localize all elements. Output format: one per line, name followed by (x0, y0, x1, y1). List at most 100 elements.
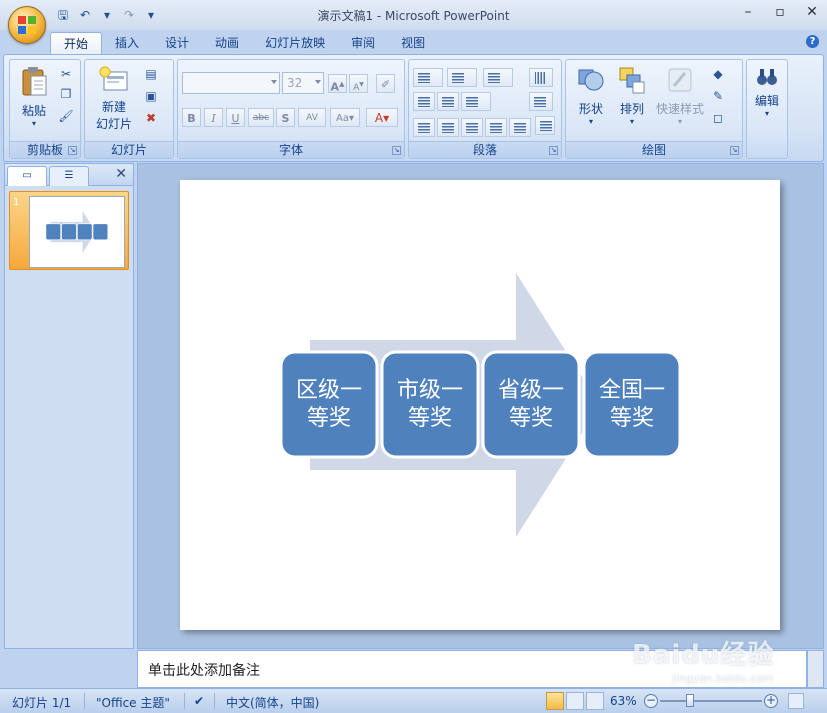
columns-icon[interactable] (461, 92, 491, 111)
shape-effects-icon[interactable]: ◻ (710, 110, 726, 126)
language-status[interactable]: 中文(简体，中国) (226, 694, 319, 711)
text-direction-icon[interactable] (529, 68, 553, 87)
zoom-slider[interactable] (660, 700, 762, 702)
font-color-icon[interactable]: A▾ (366, 108, 398, 127)
zoom-in-icon[interactable]: + (764, 694, 778, 708)
process-box-1: 区级一 等奖 (279, 350, 379, 459)
reset-icon[interactable]: ▣ (143, 88, 159, 104)
find-binoculars-icon (757, 69, 777, 85)
copy-icon[interactable]: ❐ (58, 86, 74, 102)
notes-scrollbar[interactable] (807, 650, 824, 688)
pane-tabs: ▭ ☰ ✕ (5, 164, 133, 186)
paragraph-launcher-icon[interactable]: ↘ (549, 146, 558, 155)
tab-review[interactable]: 审阅 (338, 32, 388, 54)
theme-status[interactable]: "Office 主题" (96, 694, 170, 711)
slide-sorter-view-icon[interactable] (566, 692, 584, 710)
shapes-label: 形状 (578, 102, 603, 116)
layout-icon[interactable]: ▤ (143, 66, 159, 82)
office-logo-icon (18, 16, 36, 34)
new-slide-label-2: 幻灯片 (95, 117, 132, 131)
decrease-indent-icon[interactable] (413, 92, 435, 111)
tab-home[interactable]: 开始 (50, 32, 103, 54)
tab-view[interactable]: 视图 (388, 32, 438, 54)
restore-icon[interactable]: ▫ (771, 4, 789, 20)
font-size-combo[interactable]: 32 (282, 72, 324, 94)
shrink-font-icon[interactable]: A▼ (349, 74, 368, 93)
group-label-slides: 幻灯片 (85, 141, 173, 158)
slideshow-view-icon[interactable] (586, 692, 604, 710)
office-button[interactable] (8, 6, 46, 44)
text-shadow-icon[interactable]: S (276, 108, 295, 127)
normal-view-icon[interactable] (546, 692, 564, 710)
tab-outline-icon[interactable]: ☰ (49, 166, 89, 186)
close-icon[interactable]: ✕ (803, 4, 821, 20)
slide-canvas[interactable]: 区级一 等奖 市级一 等奖 省级一 等奖 全国一 等奖 (180, 180, 780, 630)
paste-label: 粘贴 (21, 104, 46, 118)
tab-insert[interactable]: 插入 (102, 32, 152, 54)
strikethrough-icon[interactable]: abc (248, 108, 274, 127)
ribbon: 粘贴 ▾ ✂ ❐ 🖌 剪贴板 ↘ 新建 幻灯片 ▤ ▣ ✖ 幻灯片 32 A▲ … (3, 54, 824, 162)
tab-design[interactable]: 设计 (152, 32, 202, 54)
clipboard-launcher-icon[interactable]: ↘ (68, 146, 77, 155)
status-divider (84, 693, 85, 709)
shapes-dropdown-icon: ▾ (588, 117, 593, 126)
minimize-icon[interactable]: – (739, 4, 757, 20)
font-name-combo[interactable] (182, 72, 280, 94)
delete-slide-icon[interactable]: ✖ (143, 110, 159, 126)
quick-styles-dropdown-icon: ▾ (677, 117, 682, 126)
cut-icon[interactable]: ✂ (58, 66, 74, 82)
new-slide-label-1: 新建 (101, 100, 126, 114)
shape-outline-icon[interactable]: ✎ (710, 88, 726, 104)
tab-animations[interactable]: 动画 (202, 32, 252, 54)
watermark-sub: jingyan.baidu.com (672, 672, 774, 685)
align-text-icon[interactable] (529, 92, 553, 111)
box-3-line-2: 等奖 (509, 406, 553, 431)
tab-slideshow[interactable]: 幻灯片放映 (252, 32, 338, 54)
align-center-icon[interactable] (437, 118, 459, 137)
format-painter-icon[interactable]: 🖌 (58, 108, 74, 124)
change-case-icon[interactable]: Aa▾ (330, 108, 360, 127)
underline-icon[interactable]: U (226, 108, 245, 127)
align-right-icon[interactable] (461, 118, 483, 137)
align-left-icon[interactable] (413, 118, 435, 137)
help-icon[interactable]: ? (806, 35, 819, 48)
new-slide-button[interactable]: 新建 幻灯片 (89, 66, 139, 132)
clear-format-icon[interactable]: ✐ (376, 74, 395, 93)
box-1-line-2: 等奖 (307, 406, 351, 431)
shape-fill-icon[interactable]: ◆ (710, 66, 726, 82)
font-launcher-icon[interactable]: ↘ (392, 146, 401, 155)
zoom-slider-handle[interactable] (686, 694, 694, 707)
quick-styles-button[interactable]: 快速样式 ▾ (654, 66, 706, 126)
numbering-icon[interactable] (447, 68, 477, 87)
group-label-drawing: 绘图 (566, 141, 742, 158)
bold-icon[interactable]: B (182, 108, 201, 127)
justify-icon[interactable] (485, 118, 507, 137)
drawing-launcher-icon[interactable]: ↘ (730, 146, 739, 155)
distributed-icon[interactable] (509, 118, 531, 137)
italic-icon[interactable]: I (204, 108, 223, 127)
tab-slides-icon[interactable]: ▭ (7, 166, 47, 186)
spellcheck-icon[interactable]: ✔ (194, 694, 204, 708)
slide-thumbnail-1[interactable]: 1 (9, 191, 129, 270)
slide-editing-area: 区级一 等奖 市级一 等奖 省级一 等奖 全国一 等奖 (137, 163, 824, 649)
bullets-icon[interactable] (413, 68, 443, 87)
line-spacing-icon[interactable] (483, 68, 513, 87)
font-name-dropdown-icon (271, 80, 277, 84)
box-4-line-1: 全国一 (599, 378, 665, 403)
increase-indent-icon[interactable] (437, 92, 459, 111)
shapes-button[interactable]: 形状 ▾ (572, 66, 610, 126)
editing-dropdown-icon: ▾ (764, 109, 769, 118)
font-size-dropdown-icon (315, 80, 321, 84)
zoom-level[interactable]: 63% (610, 694, 637, 708)
fit-to-window-icon[interactable] (788, 693, 804, 709)
char-spacing-icon[interactable]: AV (298, 108, 326, 127)
paste-button[interactable]: 粘贴 ▾ (14, 66, 54, 128)
arrange-button[interactable]: 排列 ▾ (612, 66, 652, 126)
editing-button[interactable]: 编辑 ▾ (749, 66, 785, 118)
zoom-out-icon[interactable]: − (644, 694, 658, 708)
smartart-graphic[interactable]: 区级一 等奖 市级一 等奖 省级一 等奖 全国一 等奖 (180, 180, 780, 630)
smartart-convert-icon[interactable] (535, 116, 555, 135)
paste-dropdown-icon[interactable]: ▾ (14, 119, 54, 128)
grow-font-icon[interactable]: A▲ (328, 74, 347, 94)
close-pane-icon[interactable]: ✕ (115, 166, 127, 182)
